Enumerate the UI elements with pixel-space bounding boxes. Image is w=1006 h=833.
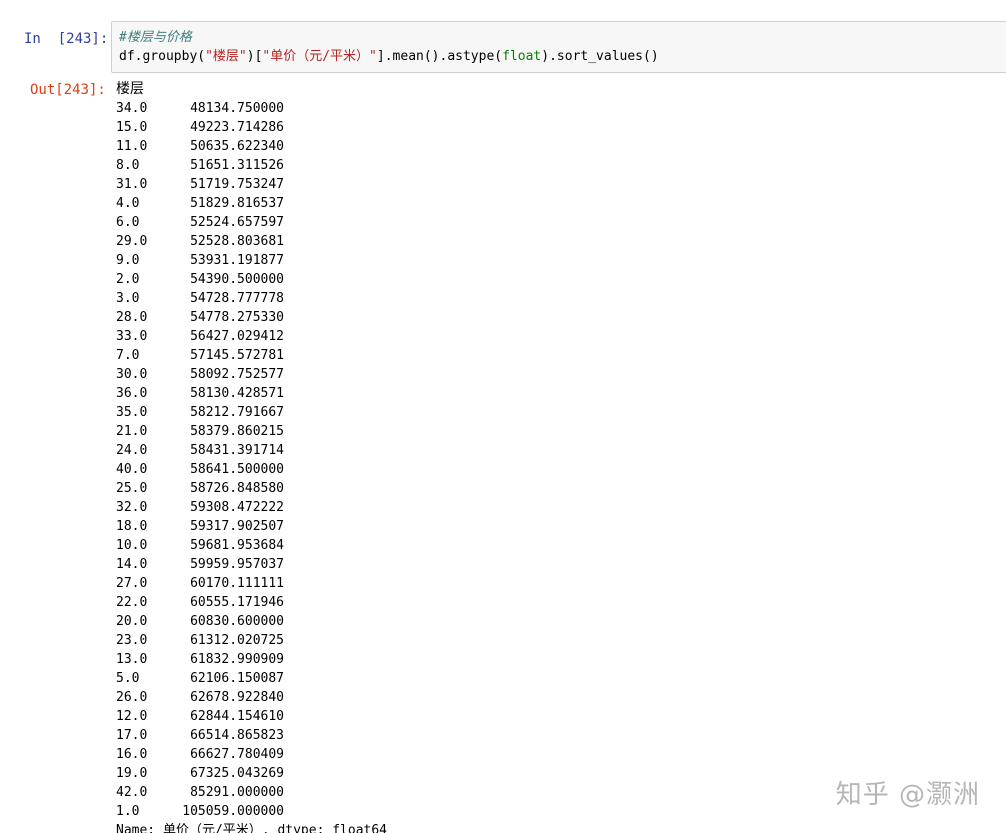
row-value: 56427.029412 xyxy=(190,329,284,344)
row-index: 3.0 xyxy=(116,291,140,306)
series-footer: Name: 单价（元/平米）, dtype: float64 xyxy=(116,823,388,833)
row-value: 48134.750000 xyxy=(190,101,284,116)
row-value: 62678.922840 xyxy=(190,690,284,705)
row-index: 17.0 xyxy=(116,728,148,743)
row-value: 61832.990909 xyxy=(190,652,284,667)
row-value: 52524.657597 xyxy=(190,215,284,230)
row-index: 35.0 xyxy=(116,405,148,420)
row-index: 7.0 xyxy=(116,348,140,363)
row-value: 105059.000000 xyxy=(182,804,284,819)
code-token: "楼层" xyxy=(205,49,247,64)
row-value: 58092.752577 xyxy=(190,367,284,382)
row-value: 50635.622340 xyxy=(190,139,284,154)
code-comment: #楼层与价格 xyxy=(119,30,192,45)
row-value: 58431.391714 xyxy=(190,443,284,458)
row-index: 6.0 xyxy=(116,215,140,230)
row-value: 54728.777778 xyxy=(190,291,284,306)
notebook-cell: In [243]: #楼层与价格 df.groupby("楼层")["单价（元/… xyxy=(0,0,1006,833)
row-index: 2.0 xyxy=(116,272,140,287)
row-value: 62844.154610 xyxy=(190,709,284,724)
code-token: )[ xyxy=(246,49,263,64)
input-prompt: In [243]: xyxy=(24,31,109,47)
series-index-name: 楼层 xyxy=(116,81,144,97)
row-value: 54390.500000 xyxy=(190,272,284,287)
row-index: 12.0 xyxy=(116,709,148,724)
row-index: 23.0 xyxy=(116,633,148,648)
row-value: 58726.848580 xyxy=(190,481,284,496)
row-index: 20.0 xyxy=(116,614,148,629)
row-index: 16.0 xyxy=(116,747,148,762)
row-value: 85291.000000 xyxy=(190,785,284,800)
row-index: 42.0 xyxy=(116,785,148,800)
code-line: df.groupby("楼层")["单价（元/平米）"].mean().asty… xyxy=(119,48,659,66)
row-index: 27.0 xyxy=(116,576,148,591)
row-index: 21.0 xyxy=(116,424,148,439)
row-index: 34.0 xyxy=(116,101,148,116)
row-value: 60830.600000 xyxy=(190,614,284,629)
row-value: 51719.753247 xyxy=(190,177,284,192)
row-value: 59308.472222 xyxy=(190,500,284,515)
code-token: ].mean().astype( xyxy=(376,49,503,64)
row-value: 54778.275330 xyxy=(190,310,284,325)
row-value: 59959.957037 xyxy=(190,557,284,572)
row-index: 32.0 xyxy=(116,500,148,515)
row-value: 60555.171946 xyxy=(190,595,284,610)
row-value: 62106.150087 xyxy=(190,671,284,686)
row-index: 40.0 xyxy=(116,462,148,477)
row-index: 10.0 xyxy=(116,538,148,553)
output-prompt: Out[243]: xyxy=(30,82,106,98)
code-input-area[interactable]: #楼层与价格 df.groupby("楼层")["单价（元/平米）"].mean… xyxy=(111,21,1006,73)
row-index: 28.0 xyxy=(116,310,148,325)
output-area: 楼层 34.0 48134.750000 15.0 49223.714286 11.0 5… xyxy=(116,80,816,833)
row-value: 57145.572781 xyxy=(190,348,284,363)
row-index: 13.0 xyxy=(116,652,148,667)
row-value: 59681.953684 xyxy=(190,538,284,553)
code-token: float xyxy=(502,49,542,64)
row-value: 58379.860215 xyxy=(190,424,284,439)
row-index: 25.0 xyxy=(116,481,148,496)
code-token: df.groupby( xyxy=(119,49,206,64)
row-index: 11.0 xyxy=(116,139,148,154)
row-value: 52528.803681 xyxy=(190,234,284,249)
row-value: 58130.428571 xyxy=(190,386,284,401)
watermark: 知乎 @灏洲 xyxy=(835,780,980,810)
row-index: 22.0 xyxy=(116,595,148,610)
row-value: 61312.020725 xyxy=(190,633,284,648)
code-token: ).sort_values() xyxy=(541,49,659,64)
row-index: 1.0 xyxy=(116,804,140,819)
row-value: 59317.902507 xyxy=(190,519,284,534)
row-index: 19.0 xyxy=(116,766,148,781)
code-token: "单价（元/平米）" xyxy=(262,49,377,64)
row-index: 14.0 xyxy=(116,557,148,572)
row-value: 51829.816537 xyxy=(190,196,284,211)
row-value: 53931.191877 xyxy=(190,253,284,268)
row-index: 29.0 xyxy=(116,234,148,249)
row-index: 36.0 xyxy=(116,386,148,401)
row-index: 24.0 xyxy=(116,443,148,458)
row-index: 8.0 xyxy=(116,158,140,173)
row-index: 33.0 xyxy=(116,329,148,344)
row-value: 66514.865823 xyxy=(190,728,284,743)
row-index: 18.0 xyxy=(116,519,148,534)
row-value: 58212.791667 xyxy=(190,405,284,420)
row-value: 51651.311526 xyxy=(190,158,284,173)
row-index: 15.0 xyxy=(116,120,148,135)
row-index: 4.0 xyxy=(116,196,140,211)
row-index: 30.0 xyxy=(116,367,148,382)
row-value: 58641.500000 xyxy=(190,462,284,477)
row-index: 9.0 xyxy=(116,253,140,268)
row-value: 67325.043269 xyxy=(190,766,284,781)
row-index: 31.0 xyxy=(116,177,148,192)
row-value: 49223.714286 xyxy=(190,120,284,135)
row-value: 66627.780409 xyxy=(190,747,284,762)
row-index: 26.0 xyxy=(116,690,148,705)
row-value: 60170.111111 xyxy=(190,576,284,591)
row-index: 5.0 xyxy=(116,671,140,686)
